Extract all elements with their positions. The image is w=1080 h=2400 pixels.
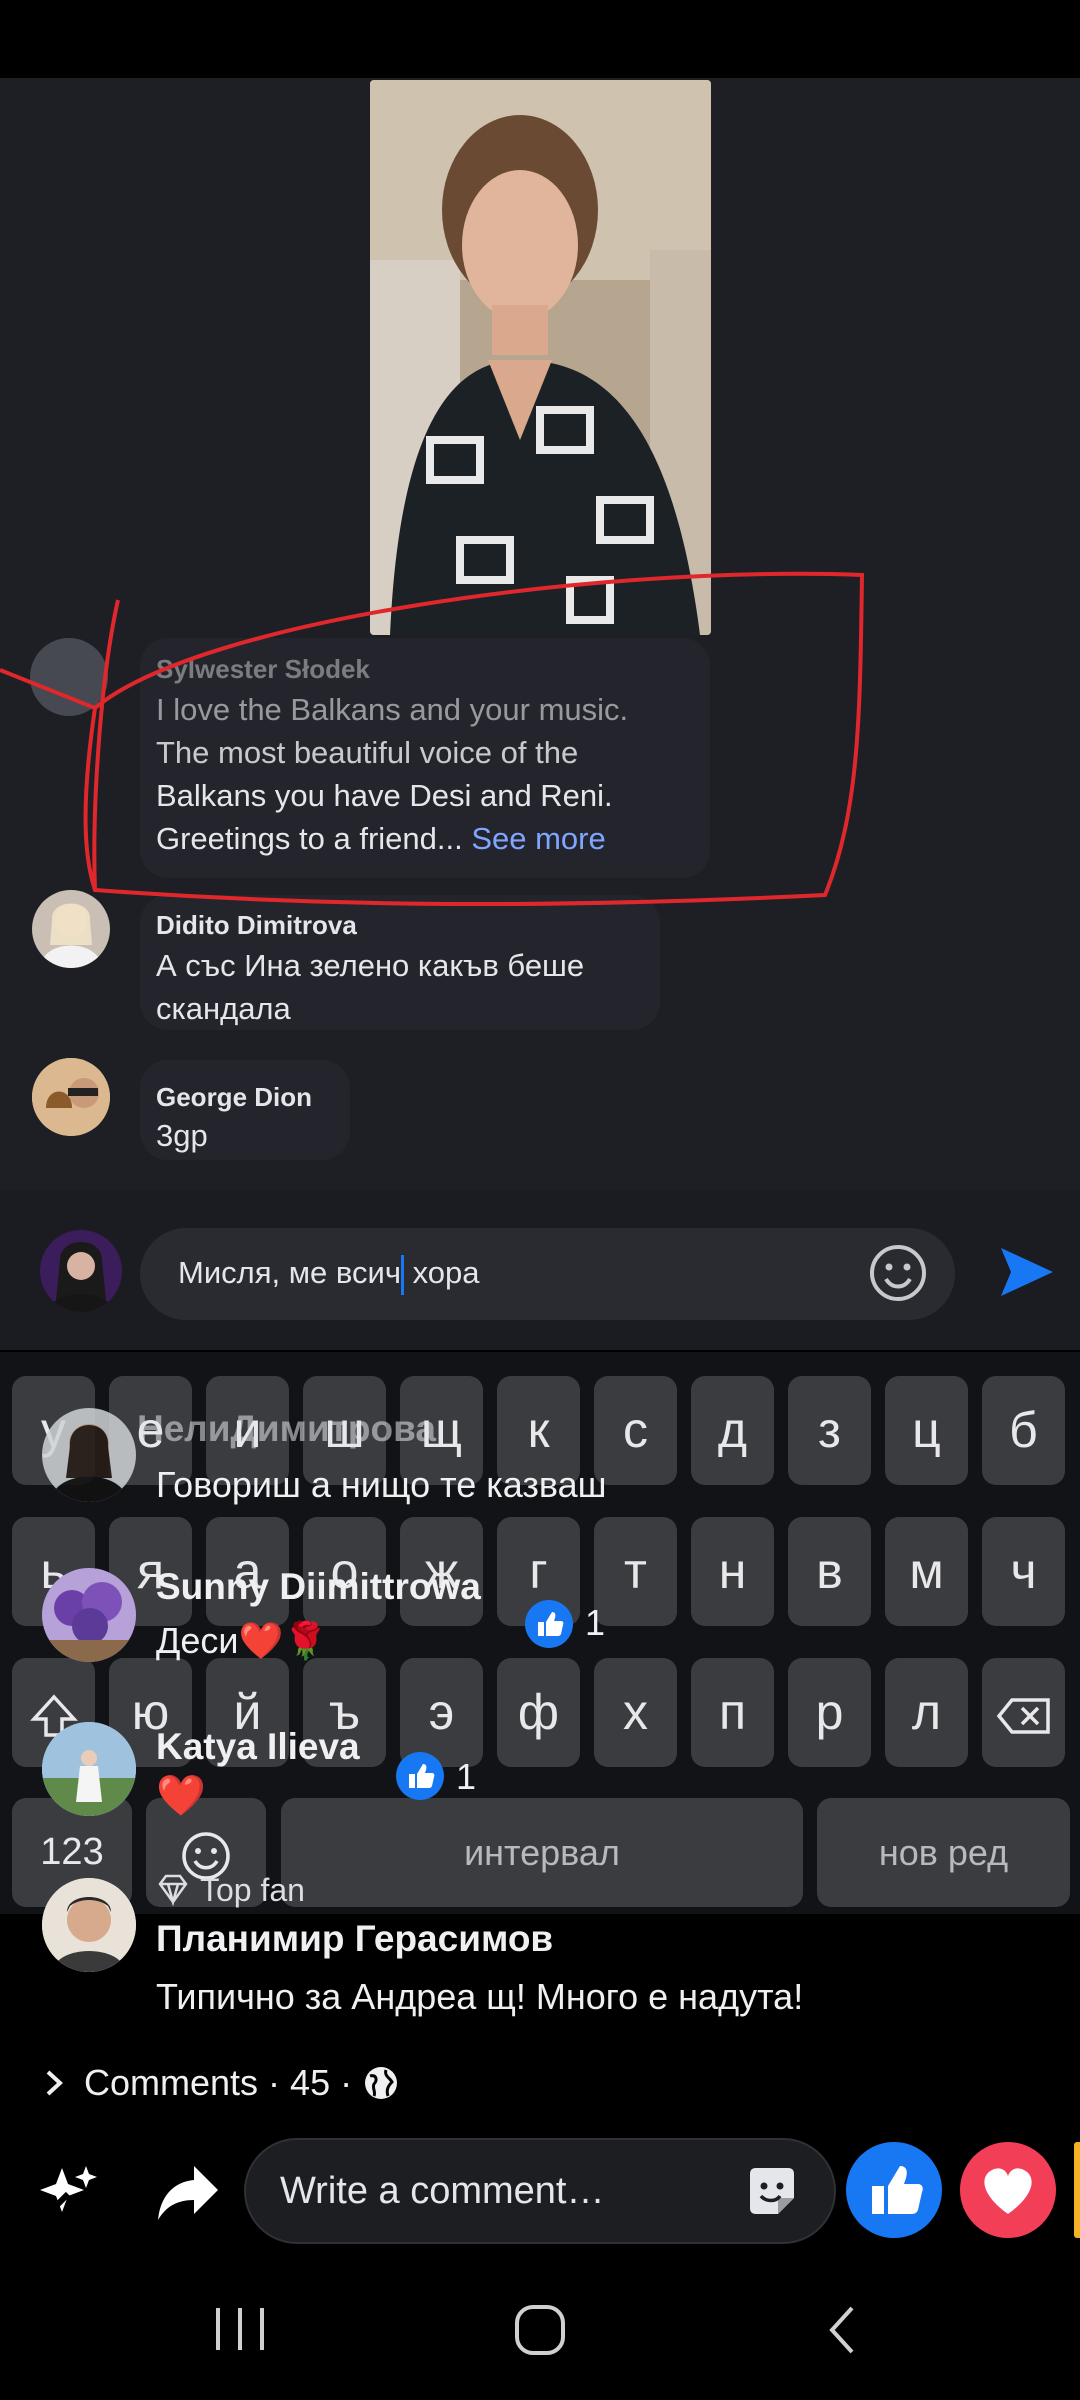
comment-text: Говориш а нищо те казваш	[156, 1464, 607, 1505]
like-count: 1	[585, 1602, 606, 1643]
avatar[interactable]	[42, 1408, 136, 1502]
backspace-key[interactable]	[982, 1658, 1065, 1767]
comment-text: Типично за Андреа щ! Много е надута!	[156, 1976, 804, 2017]
key[interactable]: ц	[885, 1376, 968, 1485]
like-count: 1	[456, 1756, 477, 1797]
sticker-icon[interactable]	[744, 2164, 800, 2220]
key[interactable]: д	[691, 1376, 774, 1485]
thumbs-up-icon	[538, 1612, 564, 1636]
key[interactable]: л	[885, 1658, 968, 1767]
avatar[interactable]	[32, 1058, 110, 1136]
avatar[interactable]	[42, 1722, 136, 1816]
avatar[interactable]	[42, 1878, 136, 1972]
key[interactable]: з	[788, 1376, 871, 1485]
key[interactable]: м	[885, 1517, 968, 1626]
emoji-icon[interactable]	[868, 1243, 928, 1303]
user-avatar[interactable]	[40, 1230, 122, 1312]
commenter-name[interactable]: Планимир Герасимов	[156, 1918, 553, 1960]
commenter-name[interactable]: Sunny Diimittrowa	[156, 1566, 481, 1608]
comment-input-text[interactable]: Мисля, ме всич хора	[178, 1248, 480, 1298]
key[interactable]: в	[788, 1517, 871, 1626]
thumbs-up-icon	[872, 2166, 923, 2214]
status-bar	[0, 0, 1080, 78]
top-fan-badge: Top fan	[200, 1872, 305, 1908]
comment-text: А със Ина зелено какъв беше скандала	[156, 948, 585, 1026]
key[interactable]: э	[400, 1658, 483, 1767]
heart-icon	[984, 2168, 1032, 2214]
key[interactable]: б	[982, 1376, 1065, 1485]
send-icon[interactable]	[997, 1242, 1057, 1302]
live-video[interactable]	[370, 80, 711, 635]
commenter-name[interactable]: Katya Ilieva	[156, 1726, 360, 1768]
recent-apps-icon[interactable]	[210, 2304, 270, 2354]
enter-key[interactable]: нов ред	[817, 1798, 1070, 1907]
space-key[interactable]: интервал	[281, 1798, 803, 1907]
key[interactable]: ф	[497, 1658, 580, 1767]
love-reaction-button[interactable]	[960, 2142, 1056, 2238]
thumbs-up-icon	[409, 1764, 435, 1788]
key[interactable]: ч	[982, 1517, 1065, 1626]
video-frame	[370, 80, 711, 635]
more-reactions-edge[interactable]	[1074, 2142, 1080, 2238]
like-badge	[525, 1600, 573, 1648]
key[interactable]: н	[691, 1517, 774, 1626]
comments-toggle[interactable]: Comments · 45 ·	[40, 2062, 400, 2104]
like-reaction-button[interactable]	[846, 2142, 942, 2238]
commenter-name[interactable]: НелиДимитрова	[137, 1408, 436, 1450]
like-badge	[396, 1752, 444, 1800]
key[interactable]: т	[594, 1517, 677, 1626]
back-icon[interactable]	[822, 2302, 862, 2358]
home-icon[interactable]	[512, 2302, 568, 2358]
comment-text: 3gp	[156, 1118, 208, 1153]
sparkle-icon[interactable]	[38, 2160, 102, 2224]
key[interactable]: х	[594, 1658, 677, 1767]
avatar[interactable]	[42, 1568, 136, 1662]
chevron-right-icon	[46, 2070, 63, 2096]
commenter-name[interactable]: George Dion	[156, 1082, 312, 1113]
red-annotation-outline	[0, 571, 865, 907]
comment-text: ❤️	[156, 1774, 206, 1818]
globe-icon	[365, 2067, 398, 2099]
diamond-icon	[158, 1874, 188, 1906]
write-comment-placeholder: Write a comment…	[280, 2170, 605, 2212]
comment-text: Деси❤️🌹	[156, 1620, 329, 1661]
key[interactable]: п	[691, 1658, 774, 1767]
backspace-icon	[996, 1698, 1050, 1734]
key[interactable]: р	[788, 1658, 871, 1767]
share-icon[interactable]	[156, 2162, 222, 2222]
